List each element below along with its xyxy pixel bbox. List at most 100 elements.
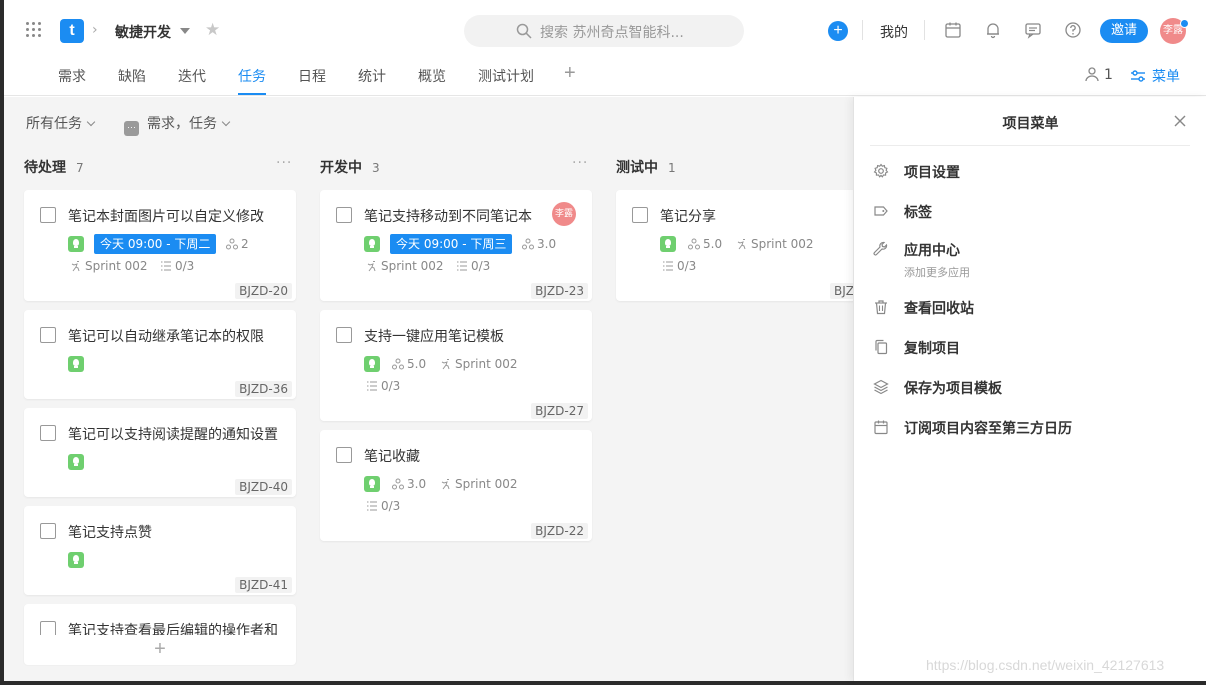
tab-requirements[interactable]: 需求	[58, 66, 86, 86]
add-task-button[interactable]: +	[24, 635, 296, 665]
story-points: 3.0	[392, 477, 426, 491]
tab-overview[interactable]: 概览	[418, 66, 446, 86]
task-checkbox[interactable]	[40, 523, 56, 539]
column-count: 7	[76, 161, 84, 175]
task-card[interactable]: 笔记支持移动到不同笔记本 李露 今天 09:00 - 下周三 3.0 Sprin…	[320, 190, 592, 301]
copy-icon	[875, 339, 888, 355]
task-card[interactable]: 笔记分享 5.0 Sprint 002 0/3 BJZ	[616, 190, 853, 301]
sprint-label: Sprint 002	[455, 357, 518, 371]
tag-icon	[874, 206, 888, 216]
task-code: BJZD-20	[235, 283, 292, 299]
calendar-icon[interactable]	[944, 21, 962, 39]
layers-icon	[873, 379, 889, 395]
task-scope-filter[interactable]: 所有任务	[26, 113, 96, 133]
gear-icon	[873, 163, 889, 178]
sliders-icon	[1131, 70, 1145, 82]
requirement-type-icon	[364, 236, 380, 252]
checklist-icon	[457, 261, 467, 271]
tab-tasks[interactable]: 任务	[238, 66, 266, 86]
menu-item-subscribe-calendar[interactable]: 订阅项目内容至第三方日历	[870, 415, 1190, 439]
star-icon[interactable]: ★	[205, 20, 220, 40]
notification-dot	[1180, 19, 1189, 28]
task-card[interactable]: 笔记收藏 3.0 Sprint 002 0/3 BJZD-22	[320, 430, 592, 541]
column-title: 测试中	[616, 160, 658, 176]
sprint-label: Sprint 002	[381, 259, 444, 273]
sprint-runner-icon	[737, 239, 746, 250]
task-title: 笔记本封面图片可以自定义修改	[68, 209, 264, 225]
project-name[interactable]: 敏捷开发	[115, 22, 171, 42]
task-code: BJZD-41	[235, 577, 292, 593]
menu-item-tags[interactable]: 标签	[870, 199, 1190, 223]
column-count: 1	[668, 161, 676, 175]
app-grid-icon[interactable]	[26, 22, 42, 38]
menu-item-save-template[interactable]: 保存为项目模板	[870, 375, 1190, 399]
tab-defects[interactable]: 缺陷	[118, 66, 146, 86]
app-logo[interactable]: t	[60, 19, 84, 43]
assignee-avatar[interactable]: 李露	[552, 202, 576, 226]
type-filter-icon: ···	[124, 121, 139, 136]
task-checkbox[interactable]	[336, 327, 352, 343]
column-title: 待处理	[24, 160, 66, 176]
story-points: 3.0	[522, 237, 556, 251]
tab-schedule[interactable]: 日程	[298, 66, 326, 86]
invite-button[interactable]: 邀请	[1100, 19, 1148, 43]
column-more-icon[interactable]: ···	[276, 155, 292, 171]
task-code: BJZD-22	[531, 523, 588, 539]
tab-test-plan[interactable]: 测试计划	[478, 66, 534, 86]
task-code: BJZD-23	[531, 283, 588, 299]
task-card[interactable]: 笔记可以支持阅读提醒的通知设置 BJZD-40	[24, 408, 296, 497]
menu-button[interactable]: 菜单	[1130, 66, 1180, 86]
sprint-info: Sprint 002	[736, 237, 814, 251]
task-title: 笔记支持点赞	[68, 525, 152, 541]
task-card[interactable]: 笔记支持点赞 BJZD-41	[24, 506, 296, 595]
project-menu-panel: 项目菜单 项目设置 标签 应用中心 添加更多应用 查看回收站 复制项目 保存为项…	[853, 97, 1206, 681]
member-count: 1	[1104, 67, 1113, 83]
menu-item-label: 查看回收站	[904, 301, 974, 317]
checklist-value: 0/3	[381, 499, 401, 513]
active-tab-indicator	[238, 93, 266, 95]
tab-statistics[interactable]: 统计	[358, 66, 386, 86]
create-button[interactable]: +	[828, 21, 848, 41]
search-input[interactable]: 搜索 苏州奇点智能科...	[464, 15, 744, 47]
column-header-in-dev: 开发中 3	[320, 157, 380, 177]
menu-item-project-settings[interactable]: 项目设置	[870, 159, 1190, 183]
bell-icon[interactable]	[984, 21, 1002, 39]
task-checkbox[interactable]	[336, 447, 352, 463]
divider	[862, 20, 863, 40]
sprint-info: Sprint 002	[440, 357, 518, 371]
story-points-icon	[392, 358, 404, 370]
message-icon[interactable]	[1024, 21, 1042, 39]
checklist-icon	[161, 261, 171, 271]
help-icon[interactable]	[1064, 21, 1082, 39]
menu-item-label: 项目设置	[904, 165, 960, 181]
calendar-icon	[874, 420, 888, 435]
task-checkbox[interactable]	[632, 207, 648, 223]
task-card[interactable]: 笔记本封面图片可以自定义修改 今天 09:00 - 下周二 2 Sprint 0…	[24, 190, 296, 301]
task-card[interactable]: 支持一键应用笔记模板 5.0 Sprint 002 0/3 BJZD-27	[320, 310, 592, 421]
mine-link[interactable]: 我的	[880, 22, 908, 42]
tab-iterations[interactable]: 迭代	[178, 66, 206, 86]
task-scope-label: 所有任务	[26, 116, 82, 132]
members-button[interactable]: 1	[1084, 66, 1113, 83]
person-icon	[1085, 67, 1099, 82]
column-more-icon[interactable]: ···	[572, 155, 588, 171]
close-icon[interactable]	[1172, 113, 1188, 129]
sprint-info: Sprint 002	[366, 259, 444, 273]
task-checkbox[interactable]	[40, 207, 56, 223]
column-header-todo: 待处理 7	[24, 157, 84, 177]
task-card[interactable]: 笔记可以自动继承笔记本的权限 BJZD-36	[24, 310, 296, 399]
project-dropdown-icon[interactable]	[180, 28, 190, 34]
type-filter[interactable]: ··· 需求，任务	[124, 113, 231, 136]
menu-item-app-center[interactable]: 应用中心 添加更多应用	[870, 237, 1190, 279]
sprint-runner-icon	[71, 261, 80, 272]
add-tab-button[interactable]: +	[564, 62, 576, 85]
checklist-progress: 0/3	[456, 259, 490, 273]
sprint-label: Sprint 002	[85, 259, 148, 273]
task-checkbox[interactable]	[40, 425, 56, 441]
menu-item-copy-project[interactable]: 复制项目	[870, 335, 1190, 359]
menu-item-recycle-bin[interactable]: 查看回收站	[870, 295, 1190, 319]
story-points: 5.0	[688, 237, 722, 251]
task-title: 笔记可以自动继承笔记本的权限	[68, 329, 264, 345]
task-checkbox[interactable]	[40, 327, 56, 343]
task-checkbox[interactable]	[336, 207, 352, 223]
